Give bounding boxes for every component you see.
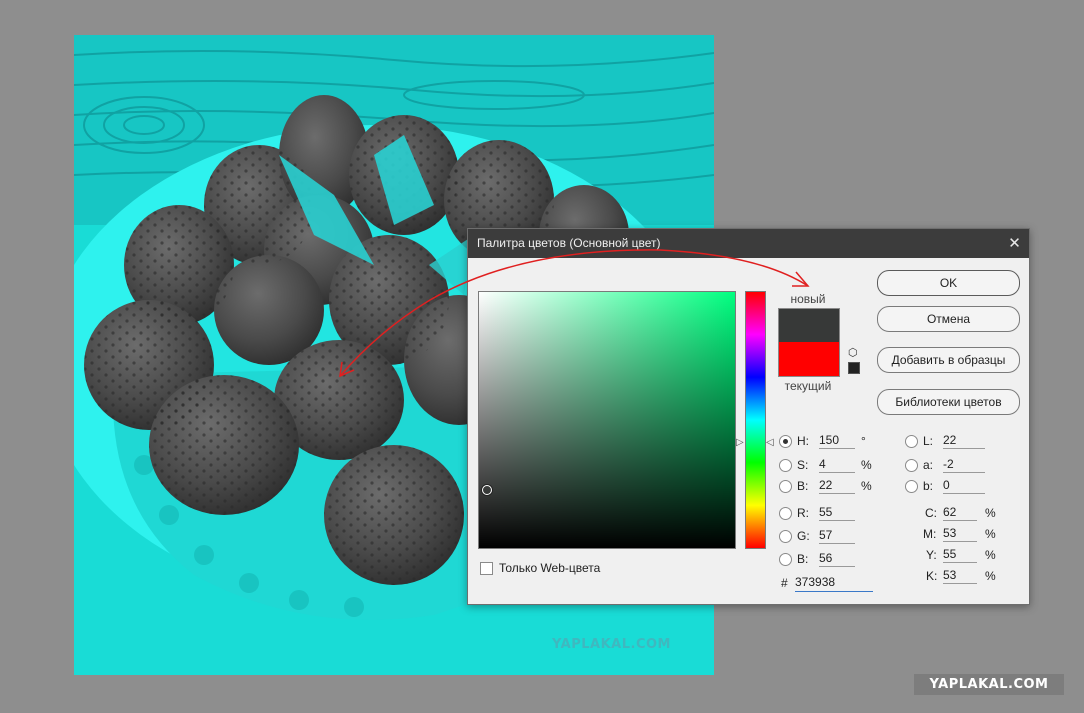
magenta-input[interactable]: 53 <box>943 525 977 542</box>
black-label: K: <box>926 569 938 583</box>
hex-input[interactable]: 373938 <box>795 574 873 592</box>
web-safe-swatch-icon[interactable] <box>848 362 860 374</box>
green-row: G: 57 <box>779 527 889 547</box>
color-libraries-button[interactable]: Библиотеки цветов <box>877 389 1020 415</box>
saturation-radio[interactable] <box>779 459 792 472</box>
saturation-label: S: <box>797 458 809 472</box>
ok-button[interactable]: OK <box>877 270 1020 296</box>
cancel-button[interactable]: Отмена <box>877 306 1020 332</box>
lab-l-row: L: 22 <box>905 432 995 452</box>
close-icon: ✕ <box>1008 235 1021 252</box>
lab-a-radio[interactable] <box>905 459 918 472</box>
corner-watermark: YAPLAKAL.COM <box>914 674 1064 695</box>
hue-radio[interactable] <box>779 435 792 448</box>
dialog-title: Палитра цветов (Основной цвет) <box>477 236 661 250</box>
brightness-input[interactable]: 22 <box>819 477 855 494</box>
add-to-swatches-button[interactable]: Добавить в образцы <box>877 347 1020 373</box>
green-input[interactable]: 57 <box>819 527 855 544</box>
hue-input[interactable]: 150 <box>819 432 855 449</box>
hue-label: H: <box>797 434 809 448</box>
lab-b-radio[interactable] <box>905 480 918 493</box>
black-input[interactable]: 53 <box>943 567 977 584</box>
lab-b-input[interactable]: 0 <box>943 477 985 494</box>
cyan-unit: % <box>985 506 996 520</box>
saturation-brightness-field[interactable] <box>478 291 736 549</box>
blue-row: B: 56 <box>779 550 889 570</box>
yellow-row: Y: 55 % <box>923 546 1013 566</box>
new-color-swatch <box>778 308 840 343</box>
magenta-unit: % <box>985 527 996 541</box>
saturation-row: S: 4 % <box>779 456 889 476</box>
lab-b-label: b: <box>923 479 934 493</box>
green-radio[interactable] <box>779 530 792 543</box>
cyan-input[interactable]: 62 <box>943 504 977 521</box>
cyan-label: C: <box>925 506 937 520</box>
yellow-label: Y: <box>926 548 937 562</box>
current-color-swatch[interactable] <box>778 342 840 377</box>
saturation-input[interactable]: 4 <box>819 456 855 473</box>
brightness-label: B: <box>797 479 809 493</box>
brightness-radio[interactable] <box>779 480 792 493</box>
red-radio[interactable] <box>779 507 792 520</box>
close-button[interactable]: ✕ <box>1000 229 1029 258</box>
color-picker-dialog: Палитра цветов (Основной цвет) ✕ ▷ ◁ нов… <box>467 228 1030 605</box>
lab-l-label: L: <box>923 434 934 448</box>
brightness-unit: % <box>861 479 872 493</box>
lab-l-input[interactable]: 22 <box>943 432 985 449</box>
lab-a-row: a: -2 <box>905 456 995 476</box>
color-field-cursor[interactable] <box>482 485 492 495</box>
yellow-input[interactable]: 55 <box>943 546 977 563</box>
lab-a-label: a: <box>923 458 934 472</box>
dialog-title-bar[interactable]: Палитра цветов (Основной цвет) ✕ <box>468 229 1029 258</box>
green-label: G: <box>797 529 810 543</box>
blue-label: B: <box>797 552 809 566</box>
red-input[interactable]: 55 <box>819 504 855 521</box>
web-colors-only-checkbox[interactable] <box>480 562 493 575</box>
canvas-watermark: YAPLAKAL.COM <box>552 637 671 652</box>
hue-slider[interactable] <box>745 291 766 549</box>
magenta-row: M: 53 % <box>923 525 1013 545</box>
black-unit: % <box>985 569 996 583</box>
out-of-gamut-cube-icon[interactable]: ⬡ <box>848 347 860 359</box>
hue-row: H: 150 ° <box>779 432 889 452</box>
black-row: K: 53 % <box>923 567 1013 587</box>
hue-slider-left-handle-icon[interactable]: ▷ <box>736 437 744 448</box>
lab-b-row: b: 0 <box>905 477 995 497</box>
new-color-label: новый <box>790 292 826 306</box>
cyan-row: C: 62 % <box>923 504 1013 524</box>
lab-a-input[interactable]: -2 <box>943 456 985 473</box>
red-row: R: 55 <box>779 504 889 524</box>
lab-l-radio[interactable] <box>905 435 918 448</box>
magenta-label: M: <box>923 527 937 541</box>
blue-input[interactable]: 56 <box>819 550 855 567</box>
yellow-unit: % <box>985 548 996 562</box>
saturation-unit: % <box>861 458 872 472</box>
hue-slider-right-handle-icon[interactable]: ◁ <box>766 437 774 448</box>
brightness-row: B: 22 % <box>779 477 889 497</box>
web-colors-only-label: Только Web-цвета <box>499 561 601 575</box>
hue-unit: ° <box>861 434 866 448</box>
current-color-label: текущий <box>784 379 832 393</box>
blue-radio[interactable] <box>779 553 792 566</box>
hex-hash-label: # <box>781 576 788 590</box>
red-label: R: <box>797 506 809 520</box>
